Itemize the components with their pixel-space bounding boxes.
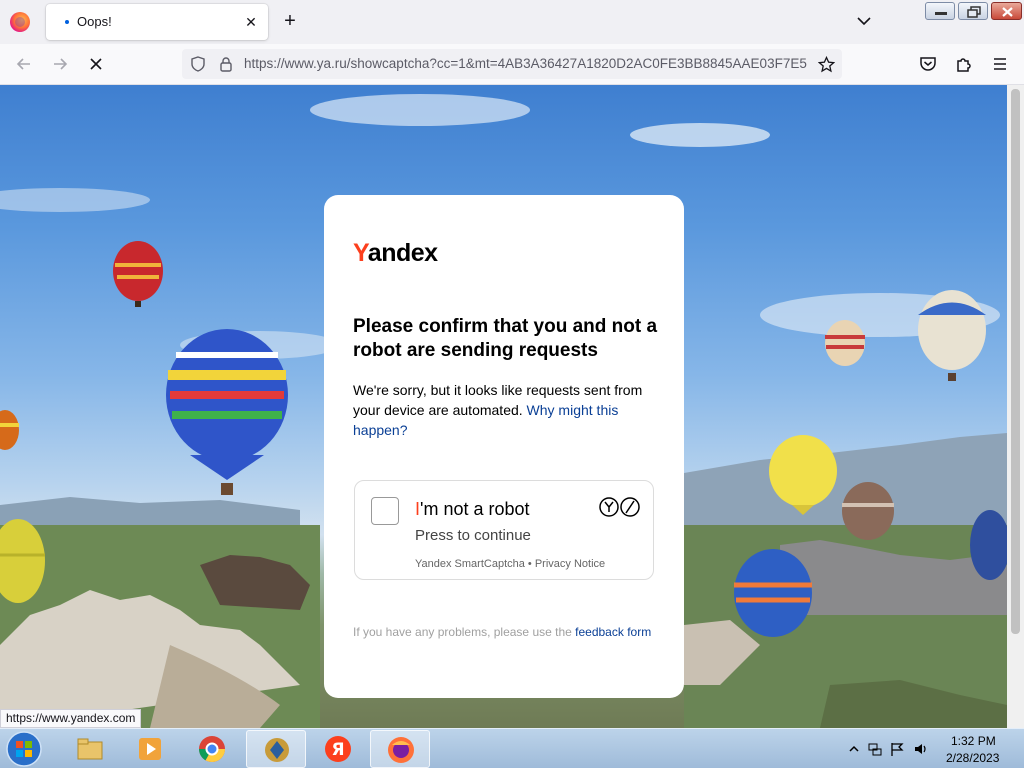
smart-captcha-widget[interactable]: I'm not a robot Press to continue Yandex… (354, 480, 654, 580)
media-player-icon (139, 738, 161, 760)
balloon-red-left (113, 241, 163, 307)
back-arrow-icon[interactable] (10, 50, 38, 78)
balloon-striped (825, 320, 865, 366)
taskbar-explorer-button[interactable] (60, 730, 120, 768)
windows-taskbar: Я 1:32 PM 2/28/2023 (0, 728, 1024, 768)
captcha-card: Yandex Please confirm that you and not a… (324, 195, 684, 698)
feedback-form-link[interactable]: feedback form (575, 625, 651, 639)
new-tab-plus-icon[interactable]: + (278, 9, 302, 33)
privacy-notice-link[interactable]: Privacy Notice (535, 558, 605, 570)
firefox-icon[interactable] (10, 12, 30, 32)
taskbar-media-player-button[interactable] (120, 730, 180, 768)
hamburger-menu-icon[interactable] (986, 50, 1014, 78)
url-text[interactable]: https://www.ya.ru/showcaptcha?cc=1&mt=4A… (244, 56, 814, 71)
folder-icon (77, 738, 103, 760)
balloon-blue-orange (734, 549, 812, 637)
balloon-multicolor (166, 329, 288, 495)
scrollbar-thumb[interactable] (1011, 89, 1020, 634)
chrome-icon (198, 736, 226, 763)
feedback-prefix: If you have any problems, please use the (353, 625, 572, 639)
footer-separator: • (527, 558, 532, 570)
balloon-orange-edge (0, 410, 19, 450)
tab-close-icon[interactable]: ✕ (242, 13, 260, 31)
not-a-robot-checkbox[interactable] (371, 497, 399, 525)
smartcaptcha-link[interactable]: Yandex SmartCaptcha (415, 558, 525, 570)
taskbar-yandex-button[interactable]: Я (308, 730, 368, 768)
balloon-brown (842, 482, 894, 540)
network-icon[interactable] (867, 741, 883, 757)
taskbar-chrome-button[interactable] (182, 730, 242, 768)
robot-label-rest: 'm not a robot (420, 499, 530, 519)
svg-text:Я: Я (331, 740, 344, 760)
page-background: Yandex Please confirm that you and not a… (0, 85, 1007, 728)
restore-window-button[interactable] (958, 2, 988, 20)
minimize-window-button[interactable] (925, 2, 955, 20)
bookmark-star-icon[interactable] (818, 56, 835, 73)
tab-active[interactable]: Oops! ✕ (46, 4, 268, 40)
volume-speaker-icon[interactable] (913, 741, 929, 757)
action-center-flag-icon[interactable] (889, 741, 905, 757)
status-url-tooltip: https://www.yandex.com (0, 709, 142, 728)
not-a-robot-label[interactable]: I'm not a robot (415, 499, 530, 520)
windows-start-orb-icon[interactable] (4, 730, 44, 768)
yandex-logo-rest: andex (367, 239, 438, 267)
system-tray: 1:32 PM 2/28/2023 (843, 729, 1024, 768)
balloon-white-blue (918, 290, 986, 381)
firefox-taskbar-icon (388, 737, 414, 763)
smartcaptcha-brand-icon (599, 497, 640, 517)
clock-time[interactable]: 1:32 PM (951, 734, 996, 748)
captcha-description: We're sorry, but it looks like requests … (353, 380, 653, 440)
tab-loading-indicator-icon (65, 20, 69, 24)
smartcaptcha-footer: Yandex SmartCaptcha • Privacy Notice (415, 558, 605, 570)
forward-arrow-icon[interactable] (46, 50, 74, 78)
list-all-tabs-chevron-icon[interactable] (854, 11, 874, 31)
page-scrollbar[interactable] (1007, 85, 1024, 728)
close-window-button[interactable] (991, 2, 1022, 20)
extensions-puzzle-icon[interactable] (950, 50, 978, 78)
security-tool-icon (265, 738, 289, 762)
yandex-browser-icon: Я (325, 736, 351, 762)
pocket-icon[interactable] (914, 50, 942, 78)
yandex-logo-letter-y: Y (353, 239, 368, 267)
yandex-logo: Yandex (353, 239, 438, 268)
captcha-heading: Please confirm that you and not a robot … (353, 316, 658, 361)
navigation-toolbar: https://www.ya.ru/showcaptcha?cc=1&mt=4A… (0, 44, 1024, 85)
url-bar[interactable]: https://www.ya.ru/showcaptcha?cc=1&mt=4A… (182, 49, 842, 79)
press-to-continue-label: Press to continue (415, 527, 531, 544)
browser-titlebar: Oops! ✕ + (0, 0, 1024, 44)
tab-title: Oops! (77, 14, 112, 29)
taskbar-firefox-button[interactable] (370, 730, 430, 768)
feedback-note: If you have any problems, please use the… (353, 623, 653, 641)
clock-date[interactable]: 2/28/2023 (946, 751, 999, 765)
show-hidden-icons-arrow-icon[interactable] (846, 741, 862, 757)
lock-icon[interactable] (218, 56, 234, 72)
taskbar-security-tool-button[interactable] (246, 730, 306, 768)
stop-loading-icon[interactable] (82, 50, 110, 78)
tracking-protection-shield-icon[interactable] (190, 56, 206, 72)
